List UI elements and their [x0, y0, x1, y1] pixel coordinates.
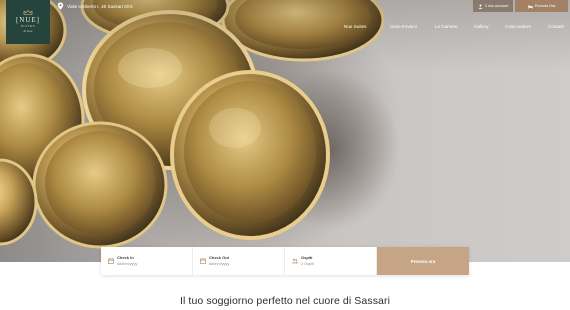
- logo-name: [NUE]: [15, 16, 41, 24]
- guests-field[interactable]: Ospiti 2 Ospiti: [285, 247, 377, 275]
- hero-banner: [0, 0, 570, 262]
- address-text: Viale Umberto I, 46 Sassari 0XX: [67, 3, 133, 9]
- nav-item-dove-trovarci[interactable]: Dove trovarci: [390, 24, 417, 29]
- checkin-value: dd/mm/yyyy: [117, 262, 138, 266]
- header-actions: Il mio account Prenota Ora: [473, 0, 570, 12]
- calendar-icon: [200, 258, 206, 264]
- nav-item-cosa-vedere[interactable]: Cosa vedere: [505, 24, 531, 29]
- nav-item-le-camere[interactable]: Le Camere: [435, 24, 458, 29]
- nav-item-contatti[interactable]: Contatti: [548, 24, 564, 29]
- checkin-label: Check In: [117, 255, 134, 260]
- guests-label: Ospiti: [301, 255, 313, 260]
- nav-item-nue-suites[interactable]: Nue Suites: [344, 24, 366, 29]
- checkout-field[interactable]: Check Out dd/mm/yyyy: [193, 247, 285, 275]
- checkout-value: dd/mm/yyyy: [209, 262, 230, 266]
- calendar-icon: [108, 258, 114, 264]
- checkin-field[interactable]: Check In dd/mm/yyyy: [101, 247, 193, 275]
- site-logo[interactable]: [NUE] SUITES di Sara: [6, 0, 50, 44]
- account-button[interactable]: Il mio account: [473, 0, 513, 12]
- nav-item-gallery[interactable]: Gallery: [474, 24, 489, 29]
- booking-bar: Check In dd/mm/yyyy Check Out dd/mm/yyyy…: [101, 247, 469, 275]
- map-pin-icon: [57, 2, 64, 10]
- crown-icon: [23, 10, 33, 15]
- user-icon: [478, 4, 483, 9]
- logo-signature: di Sara: [23, 29, 33, 33]
- users-icon: [292, 258, 298, 264]
- account-button-label: Il mio account: [484, 4, 509, 8]
- checkout-label: Check Out: [209, 255, 230, 260]
- header-address[interactable]: Viale Umberto I, 46 Sassari 0XX: [57, 2, 133, 10]
- bed-icon: [527, 4, 533, 9]
- page-headline: Il tuo soggiorno perfetto nel cuore di S…: [179, 295, 391, 307]
- guests-value: 2 Ospiti: [301, 262, 314, 266]
- main-nav: Nue Suites Dove trovarci Le Camere Galle…: [344, 24, 570, 32]
- book-now-button[interactable]: Prenota Ora: [515, 0, 568, 12]
- booking-submit-label: Prenota ora: [410, 258, 436, 264]
- book-now-button-label: Prenota Ora: [534, 4, 556, 8]
- booking-submit-button[interactable]: Prenota ora: [377, 247, 469, 275]
